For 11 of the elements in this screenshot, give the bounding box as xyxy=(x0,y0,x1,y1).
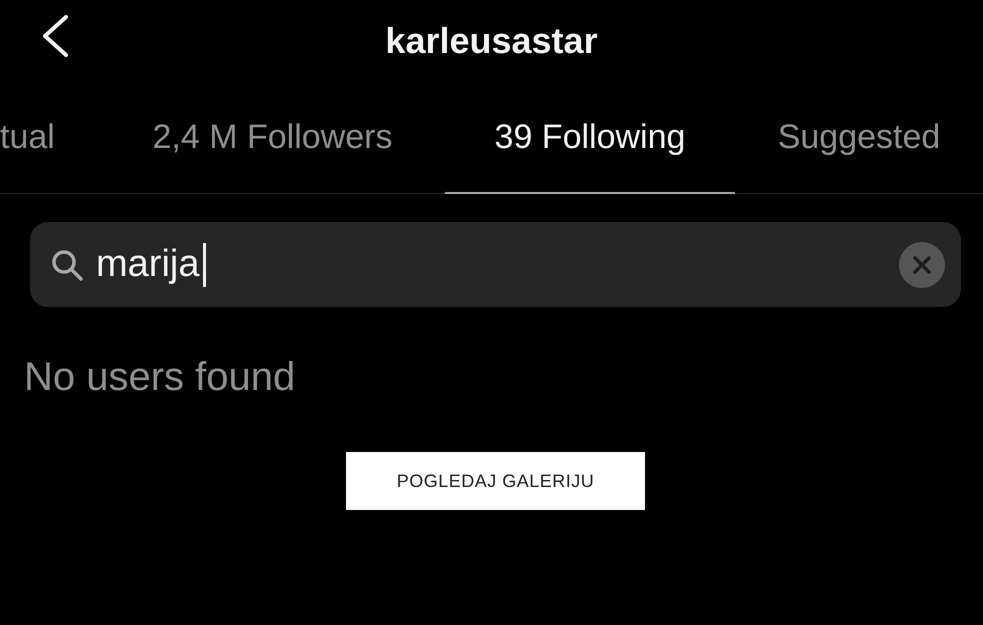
search-query: marija xyxy=(96,243,200,286)
search-icon xyxy=(50,248,84,282)
tab[interactable]: 2,4 M Followers xyxy=(100,82,445,194)
tab[interactable]: Suggested xyxy=(735,82,983,194)
search-field[interactable]: marija xyxy=(30,222,961,307)
profile-title: karleusastar xyxy=(385,20,598,62)
gallery-button[interactable]: POGLEDAJ GALERIJU xyxy=(346,452,645,510)
tab[interactable]: 39 Following xyxy=(445,82,735,194)
back-icon[interactable] xyxy=(40,14,70,58)
tab[interactable]: tual xyxy=(0,82,100,194)
empty-message: No users found xyxy=(23,354,296,400)
